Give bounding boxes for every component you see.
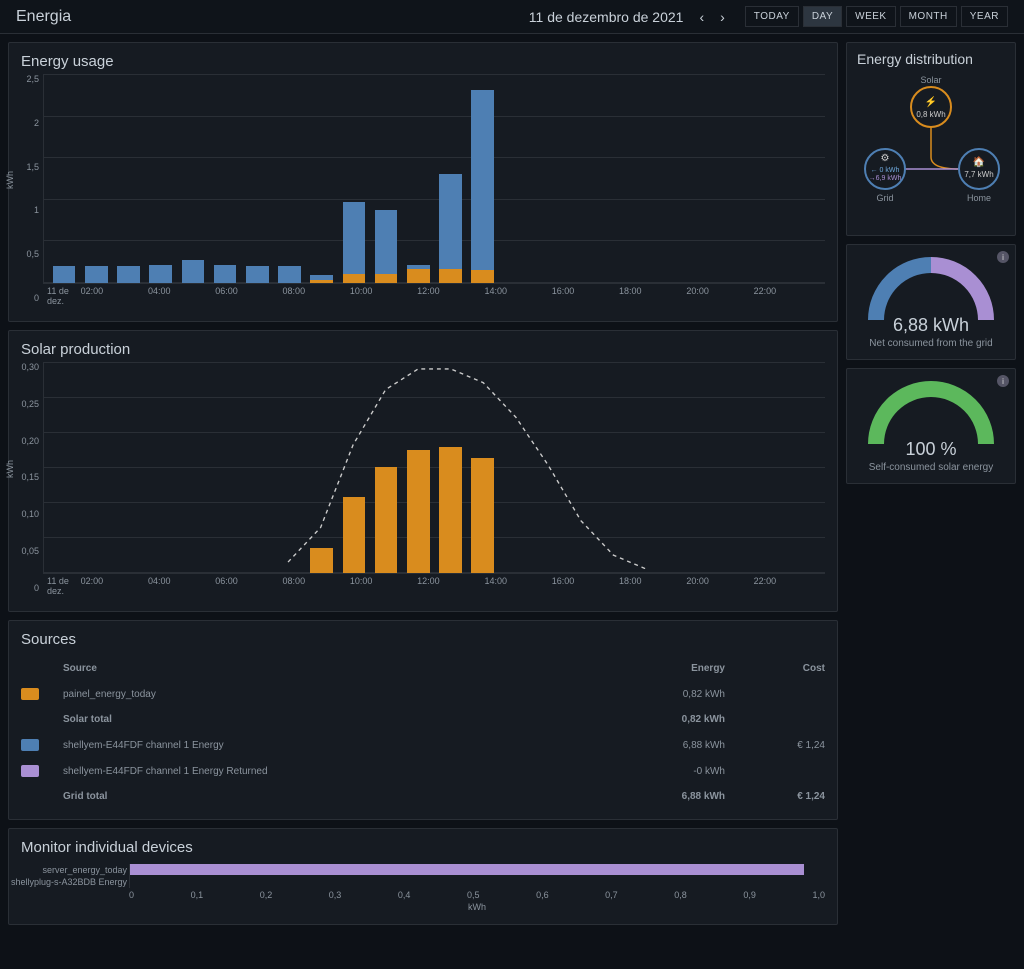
svg-text:⚡: ⚡ (925, 95, 937, 108)
svg-text:🏠: 🏠 (973, 156, 985, 168)
distribution-diagram[interactable]: ⚡ 0,8 kWh Solar ⚙ ← 0 kWh →6,9 kWh Grid … (851, 75, 1011, 225)
svg-text:Grid: Grid (876, 193, 893, 203)
sources-card: Sources Source Energy Cost painel_energy… (8, 620, 838, 820)
solar-x-ticks: 11 de dez.02:0004:0006:0008:0010:0012:00… (43, 574, 825, 596)
net-consumed-card: i 6,88 kWh Net consumed from the grid (846, 244, 1016, 360)
svg-text:⚙: ⚙ (881, 153, 890, 164)
solar-production-card: Solar production kWh 00,050,100,150,200,… (8, 330, 838, 612)
svg-text:Home: Home (967, 193, 991, 203)
devices-x-ticks: 00,10,20,30,40,50,60,70,80,91,0 (129, 890, 825, 900)
devices-xlabel: kWh (129, 902, 825, 912)
energy-usage-bars[interactable] (44, 74, 825, 283)
self-consumed-gauge (856, 369, 1006, 449)
self-consumed-card: i 100 % Self-consumed solar energy (846, 368, 1016, 484)
energy-usage-x-ticks: 11 de dez.02:0004:0006:0008:0010:0012:00… (43, 284, 825, 306)
col-cost: Cost (737, 656, 837, 681)
svg-text:Solar: Solar (920, 75, 941, 85)
col-energy: Energy (581, 656, 737, 681)
page-title: Energia (16, 8, 71, 26)
devices-y-labels: server_energy_today shellyplug-s-A32BDB … (9, 864, 127, 888)
devices-title: Monitor individual devices (21, 839, 825, 856)
next-day-button[interactable]: › (716, 9, 729, 25)
date-controls: 11 de dezembro de 2021 ‹ › TODAY DAY WEE… (529, 6, 1008, 27)
table-row[interactable]: shellyem-E44FDF channel 1 Energy6,88 kWh… (9, 732, 837, 758)
source-swatch (21, 688, 39, 700)
device-bar-0 (130, 864, 804, 875)
source-swatch (21, 739, 39, 751)
svg-text:7,7 kWh: 7,7 kWh (964, 170, 993, 179)
current-date: 11 de dezembro de 2021 (529, 9, 684, 25)
svg-text:← 0 kWh: ← 0 kWh (871, 167, 900, 174)
devices-track[interactable] (129, 864, 825, 888)
net-consumed-value: 6,88 kWh (893, 315, 969, 336)
net-consumed-gauge (856, 245, 1006, 325)
distribution-title: Energy distribution (857, 51, 1005, 67)
energy-usage-title: Energy usage (21, 53, 825, 70)
top-bar: Energia 11 de dezembro de 2021 ‹ › TODAY… (0, 0, 1024, 34)
solar-title: Solar production (21, 341, 825, 358)
source-swatch (21, 765, 39, 777)
table-row[interactable]: Solar total0,82 kWh (9, 707, 837, 732)
distribution-card: Energy distribution ⚡ 0,8 kWh Solar ⚙ ← … (846, 42, 1016, 236)
sources-table: Source Energy Cost painel_energy_today0,… (9, 656, 837, 809)
svg-text:→6,9 kWh: →6,9 kWh (869, 175, 902, 182)
col-source: Source (51, 656, 581, 681)
svg-text:0,8 kWh: 0,8 kWh (916, 110, 945, 119)
energy-usage-y-ticks: 00,511,522,5 (9, 74, 39, 303)
table-row[interactable]: Grid total6,88 kWh€ 1,24 (9, 784, 837, 809)
solar-bars[interactable] (44, 362, 825, 573)
table-row[interactable]: shellyem-E44FDF channel 1 Energy Returne… (9, 758, 837, 784)
period-week-button[interactable]: WEEK (846, 6, 895, 27)
prev-day-button[interactable]: ‹ (695, 9, 708, 25)
net-consumed-label: Net consumed from the grid (869, 338, 992, 349)
info-icon[interactable]: i (997, 375, 1009, 387)
home-node[interactable] (959, 149, 999, 189)
info-icon[interactable]: i (997, 251, 1009, 263)
energy-usage-card: Energy usage kWh 00,511,522,5 11 de dez.… (8, 42, 838, 322)
solar-y-ticks: 00,050,100,150,200,250,30 (9, 362, 39, 593)
self-consumed-label: Self-consumed solar energy (869, 462, 994, 473)
devices-card: Monitor individual devices server_energy… (8, 828, 838, 925)
today-button[interactable]: TODAY (745, 6, 799, 27)
self-consumed-value: 100 % (905, 439, 956, 460)
period-group: TODAY DAY WEEK MONTH YEAR (745, 6, 1008, 27)
period-day-button[interactable]: DAY (803, 6, 842, 27)
sources-title: Sources (21, 631, 825, 648)
sources-header-row: Source Energy Cost (9, 656, 837, 681)
period-month-button[interactable]: MONTH (900, 6, 957, 27)
table-row[interactable]: painel_energy_today0,82 kWh (9, 681, 837, 707)
period-year-button[interactable]: YEAR (961, 6, 1008, 27)
